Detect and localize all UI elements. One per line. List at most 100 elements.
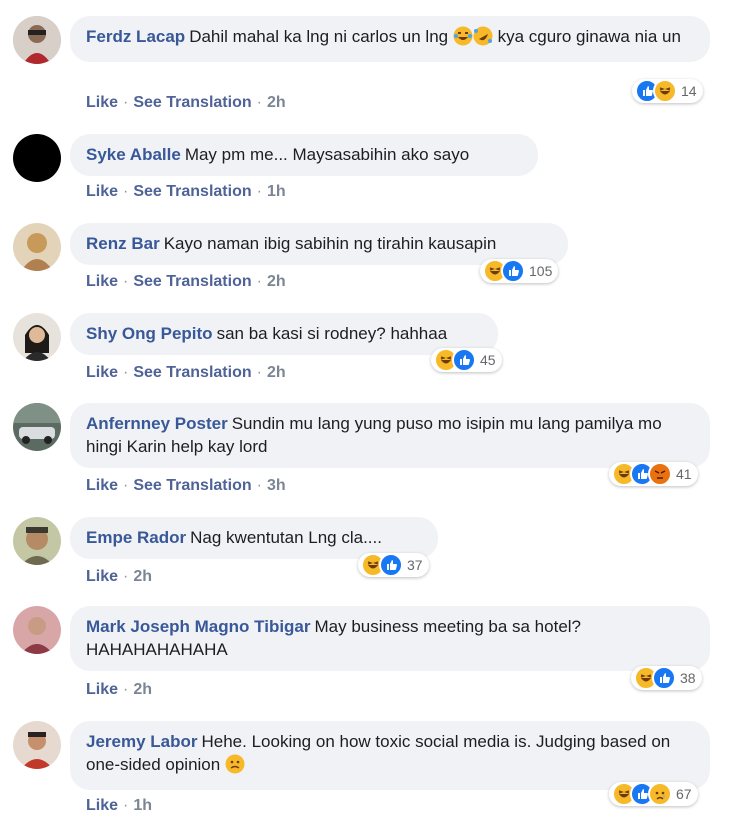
reaction-count: 67 bbox=[676, 786, 692, 802]
like-reaction-icon bbox=[652, 666, 676, 690]
angry-reaction-icon bbox=[648, 462, 672, 486]
like-link[interactable]: Like bbox=[86, 364, 118, 381]
like-reaction-icon bbox=[379, 553, 403, 577]
comment-text: kya cguro ginawa nia un bbox=[492, 27, 681, 46]
comment-bubble: Syke Aballe May pm me... Maysasabihin ako… bbox=[70, 134, 538, 176]
comment-author[interactable]: Renz Bar bbox=[86, 234, 160, 253]
reaction-count: 45 bbox=[480, 352, 496, 368]
see-translation-link[interactable]: See Translation bbox=[133, 183, 251, 200]
comment-author[interactable]: Empe Rador bbox=[86, 528, 186, 547]
reaction-count: 14 bbox=[681, 83, 697, 99]
separator: · bbox=[123, 94, 129, 111]
avatar-photo bbox=[13, 16, 61, 64]
reaction-summary[interactable]: 38 bbox=[631, 666, 702, 690]
comment-time[interactable]: 1h bbox=[133, 797, 152, 814]
comment-text: May pm me... Maysasabihin ako sayo bbox=[184, 145, 470, 164]
avatar[interactable] bbox=[13, 721, 61, 769]
like-link[interactable]: Like bbox=[86, 94, 118, 111]
reaction-summary[interactable]: 14 bbox=[632, 79, 703, 103]
comment-text: Dahil mahal ka lng ni carlos un lng bbox=[189, 27, 453, 46]
comment-author[interactable]: Shy Ong Pepito bbox=[86, 324, 213, 343]
see-translation-link[interactable]: See Translation bbox=[133, 477, 251, 494]
comment-time[interactable]: 2h bbox=[133, 681, 152, 698]
comment-bubble: Mark Joseph Magno Tibigar May business me… bbox=[70, 606, 710, 671]
comment-bubble: Anfernney Poster Sundin mu lang yung puso… bbox=[70, 403, 710, 468]
separator: · bbox=[123, 364, 129, 381]
comment-author[interactable]: Jeremy Labor bbox=[86, 732, 198, 751]
comment-author[interactable]: Syke Aballe bbox=[86, 145, 181, 164]
separator: · bbox=[123, 273, 129, 290]
reaction-summary[interactable]: 45 bbox=[431, 348, 502, 372]
comment-text: Nag kwentutan Lng cla.... bbox=[190, 528, 382, 547]
rofl-emoji-icon bbox=[473, 26, 493, 52]
avatar-photo bbox=[13, 223, 61, 271]
see-translation-link[interactable]: See Translation bbox=[133, 364, 251, 381]
comment-actions: Like · 1h bbox=[86, 797, 152, 815]
comment-bubble: Jeremy Labor Hehe. Looking on how toxic s… bbox=[70, 721, 710, 790]
separator: · bbox=[123, 681, 129, 698]
comment-actions: Like · See Translation · 2h bbox=[86, 94, 286, 112]
comment-actions: Like · 2h bbox=[86, 568, 152, 586]
comment-actions: Like · 2h bbox=[86, 681, 152, 699]
like-link[interactable]: Like bbox=[86, 477, 118, 494]
separator: · bbox=[256, 94, 262, 111]
haha-reaction-icon bbox=[653, 79, 677, 103]
comment-actions: Like · See Translation · 1h bbox=[86, 183, 286, 201]
avatar-photo bbox=[13, 517, 61, 565]
reaction-count: 105 bbox=[529, 263, 553, 279]
see-translation-link[interactable]: See Translation bbox=[133, 273, 251, 290]
like-link[interactable]: Like bbox=[86, 273, 118, 290]
comment-time[interactable]: 2h bbox=[267, 364, 286, 381]
reaction-summary[interactable]: 37 bbox=[358, 553, 429, 577]
avatar-photo bbox=[13, 721, 61, 769]
like-link[interactable]: Like bbox=[86, 568, 118, 585]
comment-actions: Like · See Translation · 3h bbox=[86, 477, 286, 495]
laughing-tears-emoji-icon bbox=[453, 26, 473, 52]
comment-time[interactable]: 2h bbox=[267, 94, 286, 111]
separator: · bbox=[256, 183, 262, 200]
like-link[interactable]: Like bbox=[86, 681, 118, 698]
separator: · bbox=[123, 183, 129, 200]
comment-text: san ba kasi si rodney? hahhaa bbox=[216, 324, 448, 343]
reaction-count: 38 bbox=[680, 670, 696, 686]
like-link[interactable]: Like bbox=[86, 183, 118, 200]
comment-time[interactable]: 2h bbox=[267, 273, 286, 290]
reaction-summary[interactable]: 41 bbox=[609, 462, 698, 486]
comment-time[interactable]: 2h bbox=[133, 568, 152, 585]
comment-bubble: Shy Ong Pepito san ba kasi si rodney? hah… bbox=[70, 313, 498, 355]
separator: · bbox=[123, 797, 129, 814]
comment-author[interactable]: Mark Joseph Magno Tibigar bbox=[86, 617, 311, 636]
reaction-summary[interactable]: 105 bbox=[480, 259, 559, 283]
separator: · bbox=[123, 477, 129, 494]
avatar[interactable] bbox=[13, 223, 61, 271]
avatar-photo bbox=[13, 403, 61, 451]
comment-actions: Like · See Translation · 2h bbox=[86, 364, 286, 382]
see-translation-link[interactable]: See Translation bbox=[133, 94, 251, 111]
comment-author[interactable]: Ferdz Lacap bbox=[86, 27, 185, 46]
avatar-photo bbox=[13, 606, 61, 654]
separator: · bbox=[256, 477, 262, 494]
like-link[interactable]: Like bbox=[86, 797, 118, 814]
reaction-summary[interactable]: 67 bbox=[609, 782, 698, 806]
like-reaction-icon bbox=[501, 259, 525, 283]
avatar[interactable] bbox=[13, 313, 61, 361]
avatar[interactable] bbox=[13, 403, 61, 451]
separator: · bbox=[123, 568, 129, 585]
avatar[interactable] bbox=[13, 16, 61, 64]
comment-time[interactable]: 3h bbox=[267, 477, 286, 494]
comment-text: Kayo naman ibig sabihin ng tirahin kausa… bbox=[163, 234, 497, 253]
comment-bubble: Ferdz Lacap Dahil mahal ka lng ni carlos … bbox=[70, 16, 710, 62]
reaction-count: 41 bbox=[676, 466, 692, 482]
avatar[interactable] bbox=[13, 606, 61, 654]
frowning-emoji-icon bbox=[225, 754, 245, 780]
separator: · bbox=[256, 364, 262, 381]
like-reaction-icon bbox=[452, 348, 476, 372]
avatar[interactable] bbox=[13, 517, 61, 565]
comment-time[interactable]: 1h bbox=[267, 183, 286, 200]
separator: · bbox=[256, 273, 262, 290]
reaction-count: 37 bbox=[407, 557, 423, 573]
comment-actions: Like · See Translation · 2h bbox=[86, 273, 286, 291]
avatar-photo bbox=[13, 313, 61, 361]
comment-author[interactable]: Anfernney Poster bbox=[86, 414, 228, 433]
avatar[interactable] bbox=[13, 134, 61, 182]
